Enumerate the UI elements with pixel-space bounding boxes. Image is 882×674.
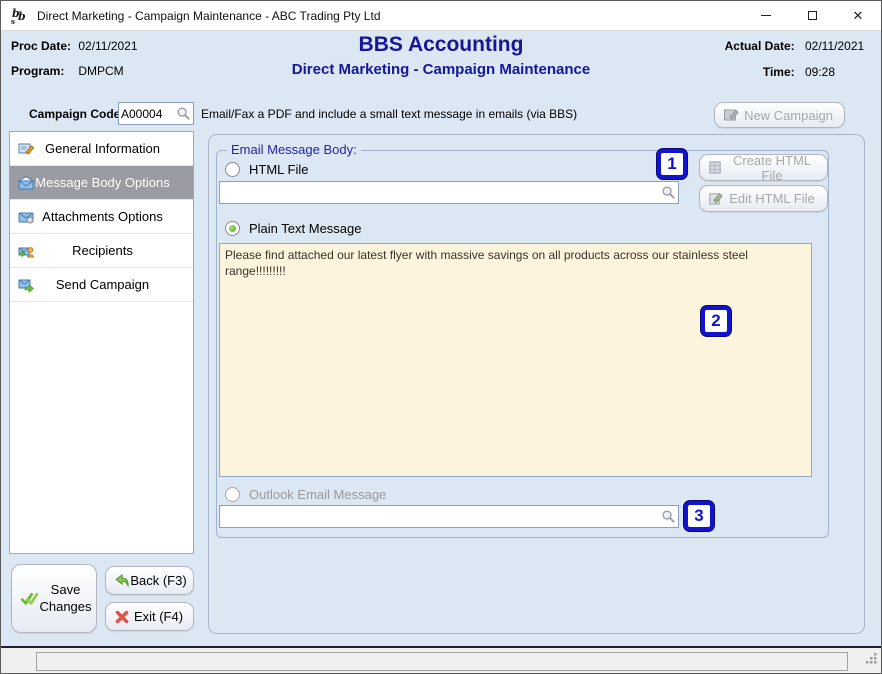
campaign-code-search-button[interactable] — [174, 103, 193, 124]
outlook-radio-label: Outlook Email Message — [249, 487, 386, 502]
outlook-radio-row: Outlook Email Message — [225, 487, 386, 502]
outlook-search-button[interactable] — [659, 506, 678, 527]
recipients-icon — [18, 243, 34, 259]
send-campaign-icon — [18, 277, 34, 293]
sidebar-item-general-information[interactable]: General Information — [10, 132, 193, 166]
time-label: Time: — [763, 65, 795, 79]
annotation-step-3: 3 — [684, 501, 714, 531]
sidebar-item-recipients[interactable]: Recipients — [10, 234, 193, 268]
status-message-field — [36, 652, 848, 671]
html-file-radio[interactable] — [225, 162, 240, 177]
campaign-code-input[interactable] — [119, 107, 174, 121]
message-body-panel: Email Message Body: HTML File — [208, 134, 865, 634]
outlook-path-input[interactable] — [220, 510, 659, 524]
outlook-radio[interactable] — [225, 487, 240, 502]
window-title: Direct Marketing - Campaign Maintenance … — [37, 9, 381, 23]
attachments-icon — [18, 209, 34, 225]
group-title: Email Message Body: — [227, 142, 361, 157]
svg-text:s: s — [11, 17, 15, 26]
outlook-lookup — [219, 505, 679, 528]
html-file-radio-label: HTML File — [249, 162, 308, 177]
actual-date-value: 02/11/2021 — [805, 39, 869, 53]
back-arrow-icon — [114, 573, 130, 589]
edit-html-file-button[interactable]: Edit HTML File — [699, 185, 828, 212]
magnifier-icon — [661, 509, 676, 524]
magnifier-icon — [661, 185, 676, 200]
html-file-search-button[interactable] — [659, 182, 678, 203]
sidebar-item-label: Send Campaign — [34, 277, 193, 292]
minimize-button[interactable] — [743, 1, 789, 30]
exit-button-label: Exit (F4) — [130, 609, 193, 624]
html-file-lookup — [219, 181, 679, 204]
exit-x-icon — [114, 609, 130, 625]
campaign-description: Email/Fax a PDF and include a small text… — [201, 107, 577, 121]
plain-text-message-textarea[interactable]: Please find attached our latest flyer wi… — [219, 243, 812, 477]
html-file-path-input[interactable] — [220, 186, 659, 200]
general-info-icon — [18, 141, 34, 157]
window-controls: ✕ — [743, 1, 881, 30]
exit-button[interactable]: Exit (F4) — [105, 602, 194, 631]
annotation-step-1: 1 — [657, 149, 687, 179]
close-button[interactable]: ✕ — [835, 1, 881, 30]
maximize-button[interactable] — [789, 1, 835, 30]
sidebar-item-label: Attachments Options — [34, 209, 193, 224]
app-window: b b s Direct Marketing - Campaign Mainte… — [0, 0, 882, 674]
radio-selected-dot — [229, 225, 236, 232]
plain-text-radio-label: Plain Text Message — [249, 221, 362, 236]
resize-grip[interactable] — [865, 652, 878, 670]
back-button-label: Back (F3) — [130, 573, 193, 588]
save-changes-icon — [20, 589, 39, 608]
save-changes-button[interactable]: Save Changes — [11, 564, 97, 633]
new-campaign-label: New Campaign — [739, 108, 844, 123]
create-html-file-icon — [708, 160, 723, 175]
header-right: Actual Date: 02/11/2021 Time: 09:28 — [725, 39, 869, 91]
campaign-code-label: Campaign Code: — [29, 107, 124, 121]
sidebar-item-label: Message Body Options — [34, 175, 193, 190]
create-html-file-label: Create HTML File — [723, 153, 827, 183]
time-value: 09:28 — [805, 65, 869, 79]
back-button[interactable]: Back (F3) — [105, 566, 194, 595]
new-campaign-button[interactable]: New Campaign — [714, 102, 845, 128]
minimize-icon — [761, 15, 771, 16]
plain-text-radio[interactable] — [225, 221, 240, 236]
magnifier-icon — [176, 106, 191, 121]
sidebar-item-label: Recipients — [34, 243, 193, 258]
sidebar: General Information Message Body Options — [9, 131, 194, 554]
svg-text:b: b — [18, 10, 26, 23]
edit-html-file-label: Edit HTML File — [723, 191, 827, 206]
statusbar — [1, 646, 881, 673]
plain-text-radio-row: Plain Text Message — [225, 221, 362, 236]
sidebar-item-message-body-options[interactable]: Message Body Options — [10, 166, 193, 200]
sidebar-item-label: General Information — [34, 141, 193, 156]
sidebar-item-send-campaign[interactable]: Send Campaign — [10, 268, 193, 302]
bbs-logo-icon: b b s — [9, 6, 29, 26]
actual-date-label: Actual Date: — [725, 39, 795, 53]
edit-html-file-icon — [708, 191, 723, 206]
message-body-icon — [18, 175, 34, 191]
maximize-icon — [808, 11, 817, 20]
campaign-code-lookup — [118, 102, 194, 125]
create-html-file-button[interactable]: Create HTML File — [699, 154, 828, 181]
email-message-body-group: Email Message Body: HTML File — [216, 150, 829, 538]
new-campaign-icon — [723, 107, 739, 123]
sidebar-item-attachments-options[interactable]: Attachments Options — [10, 200, 193, 234]
save-changes-label: Save Changes — [39, 582, 96, 615]
annotation-step-2: 2 — [701, 306, 731, 336]
titlebar: b b s Direct Marketing - Campaign Mainte… — [1, 1, 881, 31]
html-file-radio-row: HTML File — [225, 162, 308, 177]
